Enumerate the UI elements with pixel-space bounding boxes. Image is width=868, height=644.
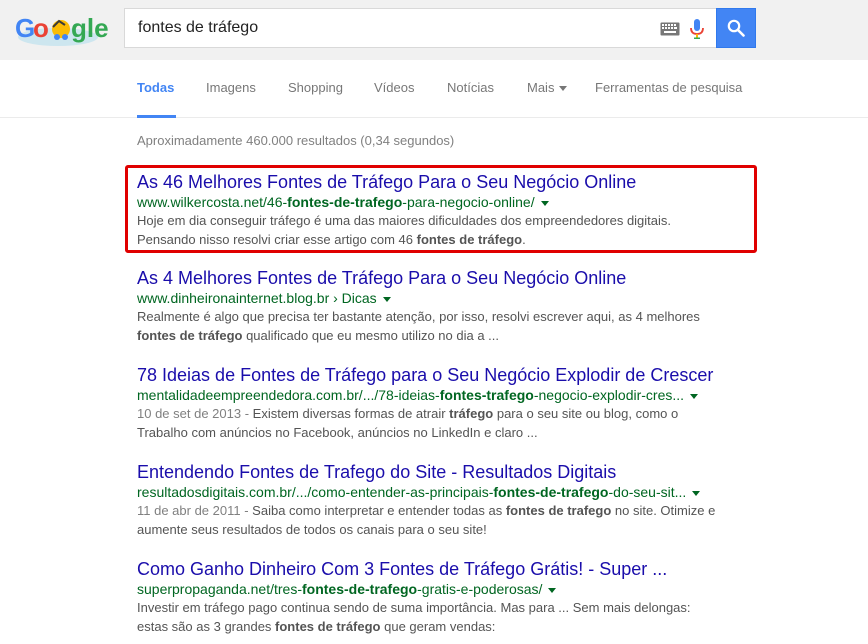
snippet-part-bold: fontes de tráfego [137,328,243,343]
url-dropdown-arrow-icon[interactable] [692,490,701,496]
result-url: superpropaganda.net/tres-fontes-de-trafe… [137,580,737,598]
search-result: Como Ganho Dinheiro Com 3 Fontes de Tráf… [137,558,737,636]
search-result: As 46 Melhores Fontes de Tráfego Para o … [137,171,737,249]
snippet-part: Hoje em dia conseguir tráfego é uma das … [137,213,672,247]
tab-ferramentas[interactable]: Ferramentas de pesquisa [595,80,742,95]
url-dropdown-arrow-icon[interactable] [548,587,557,593]
search-box [124,8,716,48]
keyboard-icon[interactable] [660,22,680,36]
result-date: 10 de set de 2013 - [137,406,253,421]
search-input[interactable] [138,17,638,39]
chevron-down-icon [559,86,568,92]
url-part: mentalidadeempreendedora.com.br/.../78-i… [137,387,440,403]
result-snippet: 10 de set de 2013 - Existem diversas for… [137,404,722,442]
result-url: resultadosdigitais.com.br/.../como-enten… [137,483,737,501]
tab-shopping[interactable]: Shopping [288,80,343,95]
result-title-link[interactable]: Entendendo Fontes de Trafego do Site - R… [137,461,737,483]
url-dropdown-arrow-icon[interactable] [382,296,391,302]
url-part: superpropaganda.net/tres- [137,581,302,597]
tab-mais[interactable]: Mais [527,80,568,95]
result-title-link[interactable]: As 4 Melhores Fontes de Tráfego Para o S… [137,267,737,289]
tab-mais-label: Mais [527,80,555,95]
search-tabs: Todas Imagens Shopping Vídeos Notícias M… [0,60,868,118]
tab-imagens[interactable]: Imagens [206,80,256,95]
result-snippet: Realmente é algo que precisa ter bastant… [137,307,722,345]
result-url: www.wilkercosta.net/46-fontes-de-trafego… [137,193,737,211]
snippet-part: Saiba como interpretar e entender todas … [252,503,506,518]
microphone-icon[interactable] [690,19,704,39]
url-part-bold: fontes-de-trafego [302,581,418,597]
snippet-part: Existem diversas formas de atrair [252,406,450,421]
logo-letter-o: o [33,13,49,43]
url-part-bold: fontes-trafego [439,387,534,403]
url-part: www.dinheironainternet.blog.br › Dicas [137,290,377,306]
result-title-link[interactable]: Como Ganho Dinheiro Com 3 Fontes de Tráf… [137,558,737,580]
url-part: www.wilkercosta.net/46- [137,194,288,210]
snippet-part: que geram vendas: [380,619,496,634]
search-result: 78 Ideias de Fontes de Tráfego para o Se… [137,364,737,442]
result-snippet: Hoje em dia conseguir tráfego é uma das … [137,211,722,249]
tab-videos[interactable]: Vídeos [374,80,414,95]
url-part: -para-negocio-online/ [402,194,535,210]
snippet-part: Realmente é algo que precisa ter bastant… [137,309,700,324]
snippet-part-bold: fontes de tráfego [416,232,523,247]
snippet-part-bold: tráfego [449,406,494,421]
tab-todas[interactable]: Todas [137,80,174,95]
logo-letters-gle: gle [71,13,109,43]
snippet-part-bold: fontes de tráfego [275,619,381,634]
snippet-part: . [522,232,526,247]
result-title-link[interactable]: As 46 Melhores Fontes de Tráfego Para o … [137,171,737,193]
snippet-part: qualificado que eu mesmo utilizo no dia … [242,328,500,343]
tab-noticias[interactable]: Notícias [447,80,494,95]
result-snippet: Investir em tráfego pago continua sendo … [137,598,722,636]
search-result: As 4 Melhores Fontes de Tráfego Para o S… [137,267,737,345]
result-snippet: 11 de abr de 2011 - Saiba como interpret… [137,501,722,539]
result-url: mentalidadeempreendedora.com.br/.../78-i… [137,386,737,404]
url-dropdown-arrow-icon[interactable] [690,393,699,399]
snippet-part-bold: fontes de trafego [505,503,612,518]
search-result: Entendendo Fontes de Trafego do Site - R… [137,461,737,539]
google-doodle-logo[interactable]: G o gle [13,7,111,49]
url-dropdown-arrow-icon[interactable] [540,200,549,206]
search-icon [727,19,745,37]
url-part: -do-seu-sit... [608,484,687,500]
result-title-link[interactable]: 78 Ideias de Fontes de Tráfego para o Se… [137,364,737,386]
result-url: www.dinheironainternet.blog.br › Dicas [137,289,737,307]
url-part: resultadosdigitais.com.br/.../como-enten… [137,484,494,500]
header-bar: G o gle [0,0,868,60]
active-tab-indicator [137,115,176,118]
result-date: 11 de abr de 2011 - [137,503,253,518]
url-part: -negocio-explodir-cres... [533,387,685,403]
url-part: -gratis-e-poderosas/ [417,581,543,597]
result-stats: Aproximadamente 460.000 resultados (0,34… [137,133,455,148]
url-part-bold: fontes-de-trafego [493,484,609,500]
search-button[interactable] [716,8,756,48]
url-part-bold: fontes-de-trafego [287,194,403,210]
